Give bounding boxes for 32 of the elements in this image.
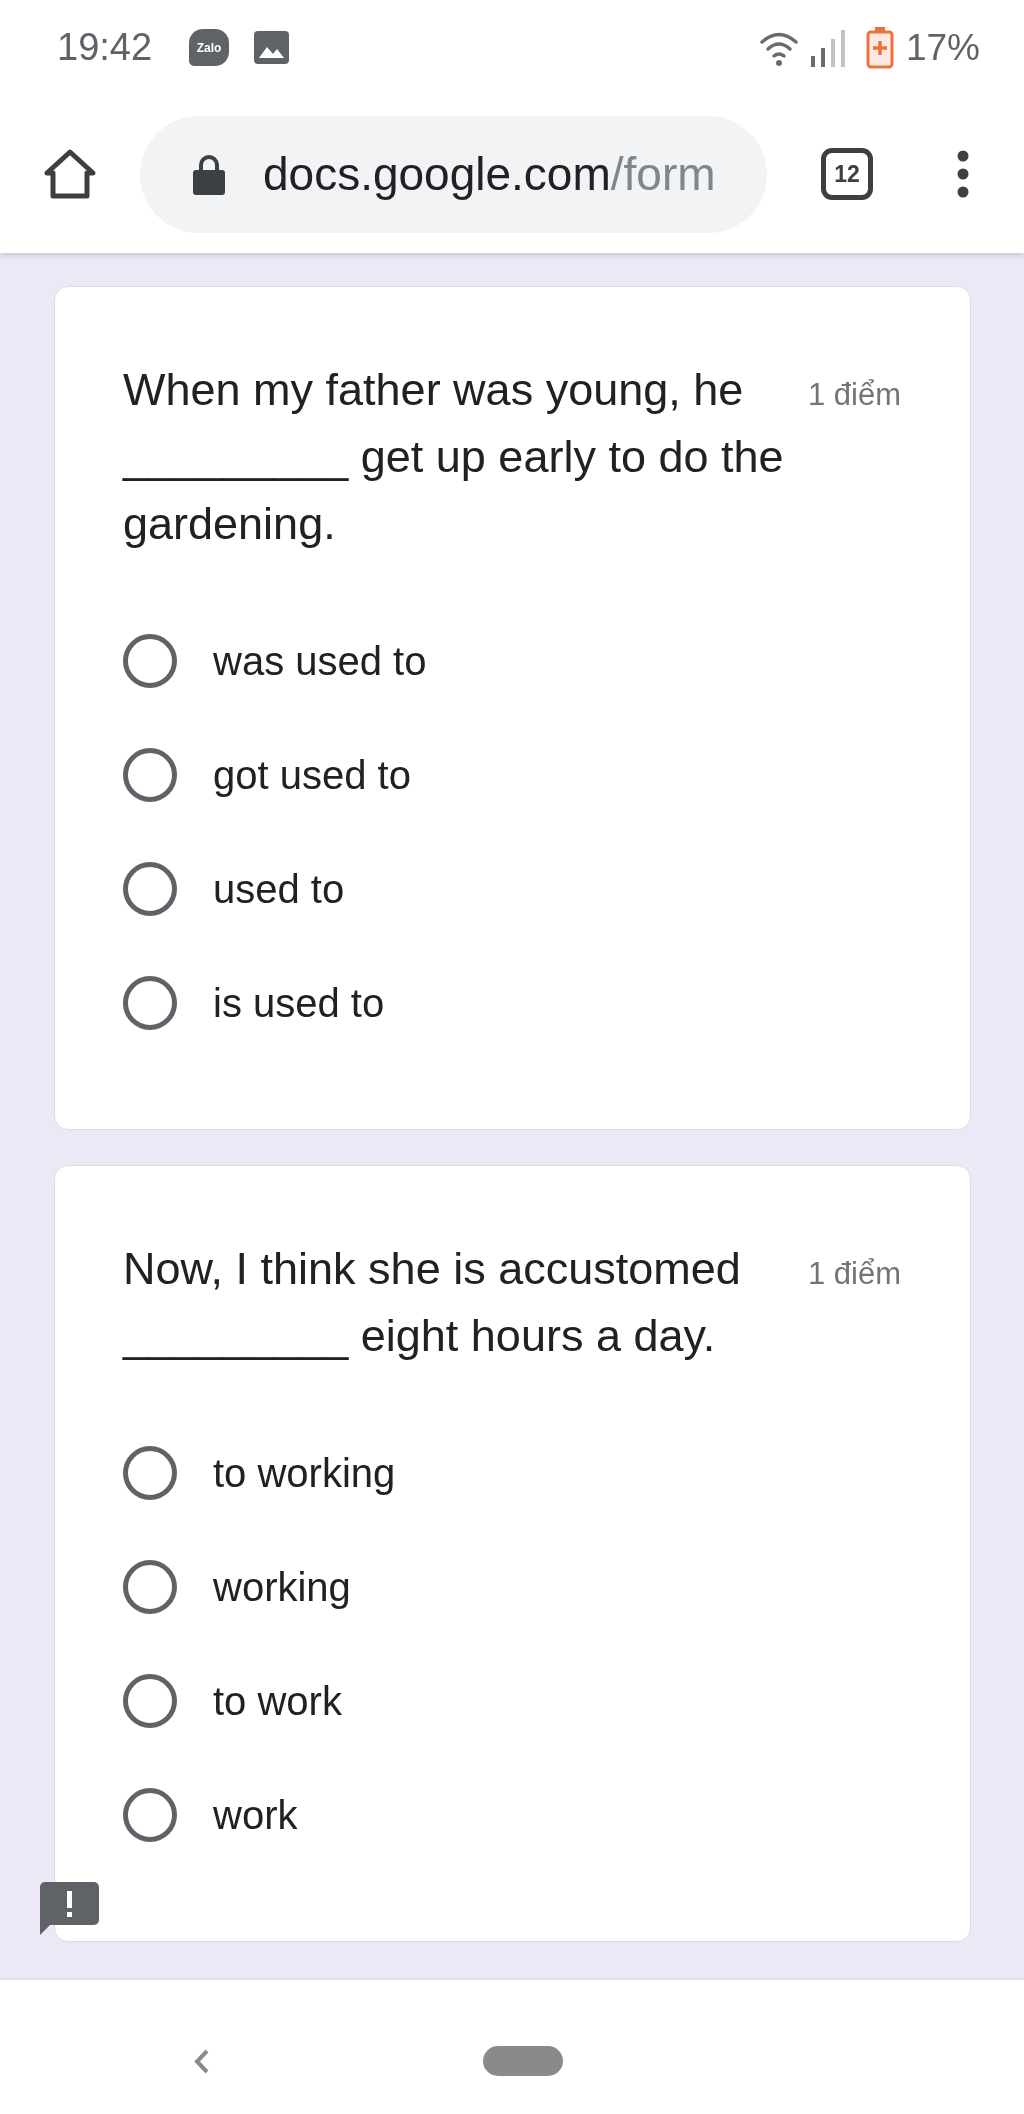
home-icon[interactable] xyxy=(43,148,97,200)
back-icon[interactable] xyxy=(193,2047,210,2075)
address-bar[interactable]: docs.google.com/form xyxy=(140,115,767,233)
lock-icon xyxy=(193,153,225,195)
option-label: to working xyxy=(213,1450,396,1496)
option-label: is used to xyxy=(213,980,385,1026)
points-label: 1 điểm xyxy=(807,377,901,413)
battery-icon xyxy=(865,26,894,69)
chat-app-icon: Zalo xyxy=(189,29,230,66)
radio-button[interactable] xyxy=(123,634,177,688)
radio-button[interactable] xyxy=(123,1788,177,1842)
question-text: Now, I think she is accustomed _________ eight hours a day. xyxy=(123,1242,742,1363)
report-icon[interactable] xyxy=(40,1882,99,1935)
tab-switcher-button[interactable]: 12 xyxy=(821,148,873,200)
option-label: got used to xyxy=(213,752,411,798)
radio-button[interactable] xyxy=(123,1446,177,1500)
question-text: When my father was young, he _________ get up early to do the gardening. xyxy=(123,363,785,551)
home-handle[interactable] xyxy=(483,2046,563,2076)
radio-button[interactable] xyxy=(123,1560,177,1614)
option-label: work xyxy=(213,1792,298,1838)
option-label: used to xyxy=(213,866,345,912)
radio-button[interactable] xyxy=(123,976,177,1030)
option-label: to work xyxy=(213,1678,342,1724)
points-label: 1 điểm xyxy=(807,1256,901,1292)
radio-button[interactable] xyxy=(123,748,177,802)
option-label: was used to xyxy=(213,638,427,684)
battery-percentage: 17% xyxy=(905,26,980,69)
clock-time: 19:42 xyxy=(57,26,153,69)
option-label: working xyxy=(213,1564,351,1610)
radio-button[interactable] xyxy=(123,862,177,916)
radio-button[interactable] xyxy=(123,1674,177,1728)
image-icon xyxy=(254,31,290,64)
